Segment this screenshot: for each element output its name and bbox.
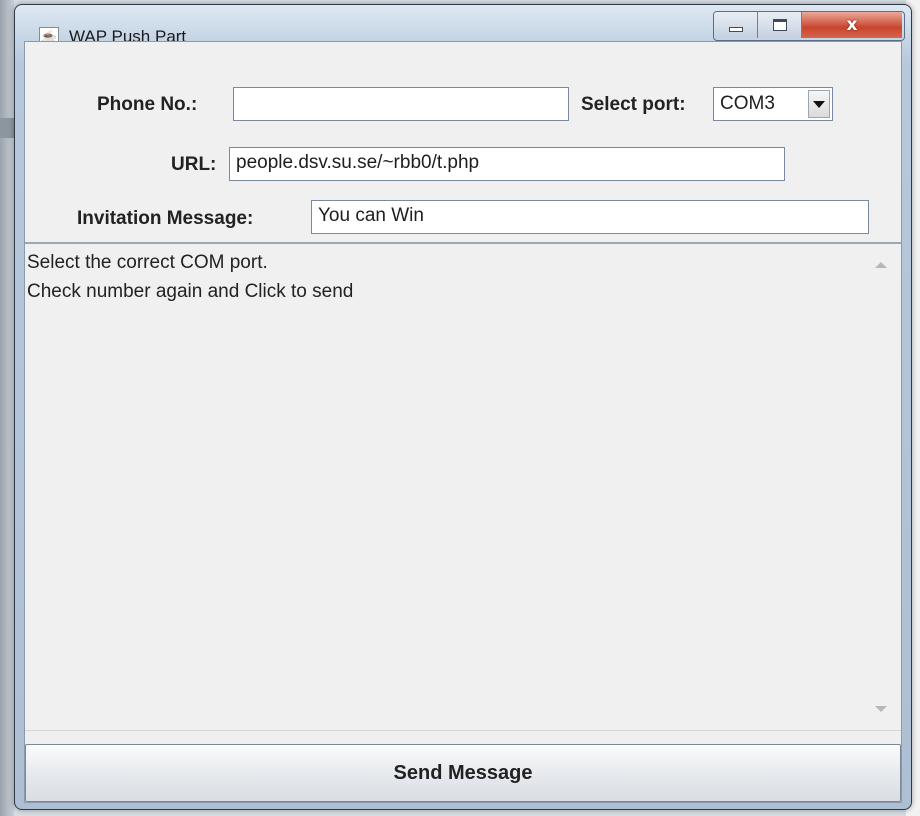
scroll-up-icon[interactable] <box>875 262 887 268</box>
invitation-input[interactable]: You can Win <box>311 200 869 234</box>
maximize-button[interactable] <box>758 12 802 38</box>
window-controls: x <box>713 11 905 41</box>
desktop-band <box>0 118 14 138</box>
phone-label: Phone No.: <box>97 94 198 115</box>
invitation-label: Invitation Message: <box>77 208 254 229</box>
url-input[interactable]: people.dsv.su.se/~rbb0/t.php <box>229 147 785 181</box>
url-label: URL: <box>171 154 217 175</box>
minimize-icon <box>728 26 743 32</box>
chevron-down-icon <box>813 100 825 108</box>
status-line-2: Check number again and Click to send <box>27 281 354 302</box>
phone-input[interactable] <box>233 87 569 121</box>
port-select-value: COM3 <box>720 93 775 114</box>
vertical-scrollbar[interactable] <box>865 244 901 730</box>
desktop-background-left <box>0 0 14 816</box>
maximize-icon <box>772 19 787 31</box>
send-message-button[interactable]: Send Message <box>25 744 901 802</box>
client-area: Phone No.: Select port: COM3 URL: people… <box>24 41 902 803</box>
status-line-1: Select the correct COM port. <box>27 252 268 273</box>
close-button[interactable]: x <box>802 12 902 38</box>
scroll-down-icon[interactable] <box>875 706 887 712</box>
dropdown-button[interactable] <box>808 90 830 118</box>
minimize-button[interactable] <box>714 12 758 38</box>
status-text-area[interactable]: Select the correct COM port. Check numbe… <box>25 244 865 730</box>
close-icon: x <box>846 15 858 35</box>
app-window: ☕ WAP Push Part x Phone No.: Select port… <box>14 4 912 810</box>
port-select[interactable]: COM3 <box>713 87 833 121</box>
text-area-footer <box>25 730 901 745</box>
port-label: Select port: <box>581 94 686 115</box>
